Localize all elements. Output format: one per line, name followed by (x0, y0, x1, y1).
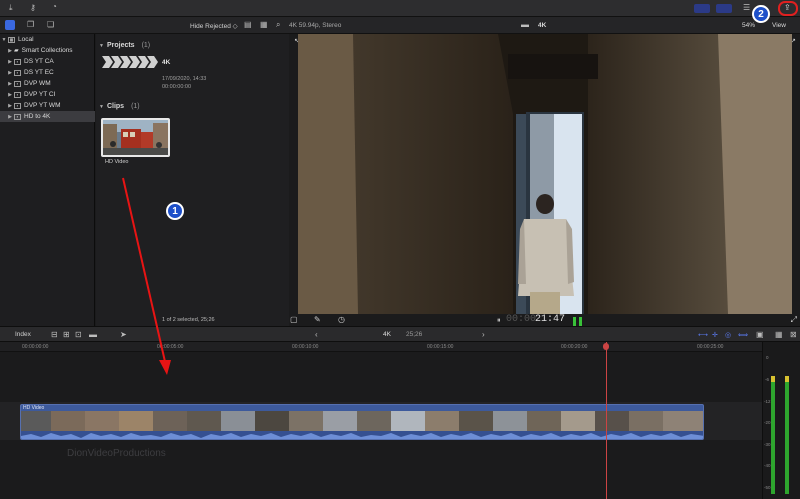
step-badge-1: 1 (166, 202, 184, 220)
red-arrow-overlay (122, 177, 171, 375)
step-badge-2: 2 (752, 5, 770, 23)
